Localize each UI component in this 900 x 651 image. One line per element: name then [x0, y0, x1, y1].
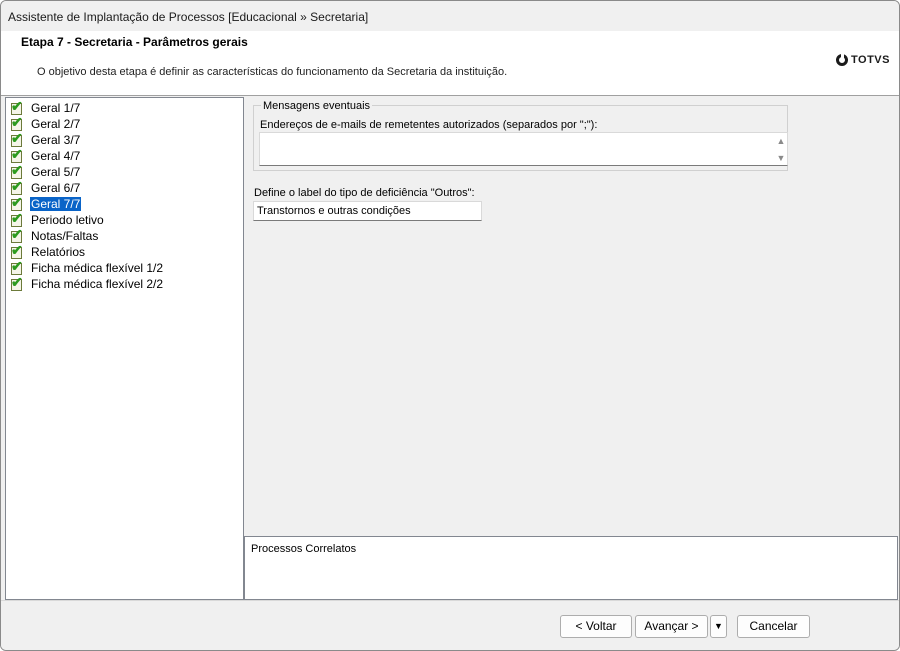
- checked-icon: ✔: [11, 146, 23, 163]
- wizard-footer: < Voltar Avançar > ▼ Cancelar: [1, 600, 899, 650]
- tree-item-label: Geral 5/7: [31, 165, 81, 179]
- tree-item-ficha-medica-1[interactable]: ✔ Ficha médica flexível 1/2: [10, 258, 164, 276]
- tree-item-label: Periodo letivo: [31, 213, 104, 227]
- wizard-window: Assistente de Implantação de Processos […: [0, 0, 900, 651]
- checked-icon: ✔: [11, 274, 23, 291]
- checked-icon: ✔: [11, 162, 23, 179]
- tree-item-label: Ficha médica flexível 1/2: [31, 261, 164, 275]
- totvs-logo-icon: [836, 54, 848, 66]
- next-button[interactable]: Avançar >: [635, 615, 708, 638]
- tree-item-label: Geral 3/7: [31, 133, 81, 147]
- step-description: O objetivo desta etapa é definir as cara…: [37, 66, 508, 78]
- tree-item-label: Geral 7/7: [30, 197, 82, 211]
- title-bar: Assistente de Implantação de Processos […: [1, 1, 899, 31]
- tree-item-label: Relatórios: [31, 245, 86, 259]
- related-processes-panel: Processos Correlatos: [244, 536, 898, 600]
- tree-item-label: Ficha médica flexível 2/2: [31, 277, 164, 291]
- step-title: Etapa 7 - Secretaria - Parâmetros gerais: [21, 35, 248, 49]
- tree-item-ficha-medica-2[interactable]: ✔ Ficha médica flexível 2/2: [10, 274, 164, 292]
- totvs-logo: TOTVS: [836, 54, 890, 66]
- group-legend: Mensagens eventuais: [261, 100, 373, 112]
- chevron-down-icon[interactable]: ▼: [710, 615, 727, 638]
- emails-label: Endereços de e-mails de remetentes autor…: [260, 119, 598, 131]
- tree-item-label: Notas/Faltas: [31, 229, 99, 243]
- checked-icon: ✔: [11, 114, 23, 131]
- tree-item-periodo-letivo[interactable]: ✔ Periodo letivo: [10, 210, 105, 228]
- deficiency-label: Define o label do tipo de deficiência "O…: [254, 187, 475, 199]
- deficiency-input[interactable]: [253, 201, 482, 221]
- tree-item-label: Geral 6/7: [31, 181, 81, 195]
- scroll-up-icon[interactable]: ▲: [775, 135, 787, 147]
- parameters-panel: Mensagens eventuais Endereços de e-mails…: [244, 97, 897, 536]
- related-processes-label: Processos Correlatos: [251, 543, 357, 555]
- step-header: Etapa 7 - Secretaria - Parâmetros gerais…: [1, 31, 899, 96]
- logo-text: TOTVS: [851, 54, 890, 66]
- cancel-button[interactable]: Cancelar: [737, 615, 810, 638]
- checked-icon: ✔: [11, 210, 23, 227]
- group-mensagens-eventuais: Mensagens eventuais Endereços de e-mails…: [253, 100, 788, 171]
- checked-icon: ✔: [11, 226, 23, 243]
- window-title: Assistente de Implantação de Processos […: [8, 10, 369, 24]
- tree-item-notas-faltas[interactable]: ✔ Notas/Faltas: [10, 226, 99, 244]
- checked-icon: ✔: [11, 258, 23, 275]
- tree-item-label: Geral 4/7: [31, 149, 81, 163]
- checked-icon: ✔: [11, 242, 23, 259]
- checked-icon: ✔: [11, 194, 23, 211]
- scroll-down-icon[interactable]: ▼: [775, 152, 787, 164]
- emails-memo-field[interactable]: ▲ ▼: [259, 132, 788, 166]
- checked-icon: ✔: [11, 98, 23, 115]
- checked-icon: ✔: [11, 178, 23, 195]
- steps-tree[interactable]: ✔ Geral 1/7 ✔ Geral 2/7 ✔ Geral 3/7 ✔ Ge…: [5, 97, 244, 600]
- tree-item-label: Geral 2/7: [31, 117, 81, 131]
- tree-item-label: Geral 1/7: [31, 101, 81, 115]
- back-button[interactable]: < Voltar: [560, 615, 632, 638]
- checked-icon: ✔: [11, 130, 23, 147]
